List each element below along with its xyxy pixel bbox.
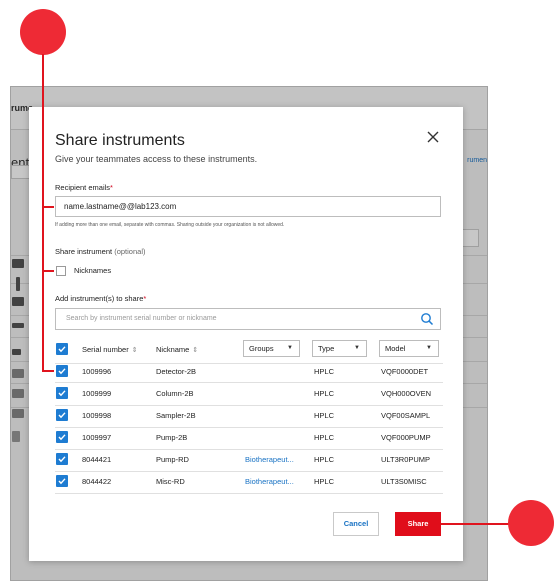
add-instruments-label: Add instrument(s) to share* bbox=[55, 294, 146, 303]
type-cell: HPLC bbox=[314, 477, 335, 486]
callout-line-vertical bbox=[42, 54, 44, 371]
instrument-search-input[interactable]: Search by instrument serial number or ni… bbox=[55, 308, 441, 330]
model-cell: ULT3S0MISC bbox=[381, 477, 427, 486]
model-cell: VQF00SAMPL bbox=[381, 411, 431, 420]
nickname-cell: Detector-2B bbox=[156, 367, 197, 376]
checkmark-icon bbox=[58, 456, 66, 463]
nicknames-checkbox[interactable] bbox=[56, 266, 66, 276]
model-cell: VQF0000DET bbox=[381, 367, 429, 376]
caret-down-icon: ▼ bbox=[354, 345, 360, 351]
type-filter-dropdown[interactable]: Type ▼ bbox=[312, 340, 367, 357]
checkmark-icon bbox=[58, 478, 66, 485]
share-button[interactable]: Share bbox=[395, 512, 441, 536]
nickname-cell: Sampler-2B bbox=[156, 411, 196, 420]
row-checkbox[interactable] bbox=[56, 387, 68, 399]
row-divider bbox=[55, 382, 443, 383]
checkmark-icon bbox=[58, 368, 66, 375]
type-cell: HPLC bbox=[314, 433, 335, 442]
nickname-cell: Column-2B bbox=[156, 389, 194, 398]
recipient-email-input[interactable]: name.lastname@@lab123.com bbox=[55, 196, 441, 217]
groups-cell[interactable]: Biotherapeut... bbox=[245, 455, 294, 464]
recipient-label-text: Recipient emails bbox=[55, 183, 111, 192]
type-cell: HPLC bbox=[314, 455, 335, 464]
caret-down-icon: ▼ bbox=[426, 345, 432, 351]
caret-down-icon: ▼ bbox=[287, 345, 293, 351]
share-instrument-label-text: Share instrument bbox=[55, 247, 113, 256]
type-cell: HPLC bbox=[314, 411, 335, 420]
model-cell: VQF000PUMP bbox=[381, 433, 431, 442]
close-button[interactable] bbox=[425, 129, 441, 145]
type-cell: HPLC bbox=[314, 389, 335, 398]
row-divider bbox=[55, 493, 443, 494]
recipient-emails-label: Recipient emails* bbox=[55, 183, 113, 192]
nickname-cell: Pump-2B bbox=[156, 433, 188, 442]
callout-connector-nicknames bbox=[42, 270, 54, 272]
dialog-subtitle: Give your teammates access to these inst… bbox=[55, 154, 258, 164]
sort-icon: ⇕ bbox=[192, 347, 199, 354]
groups-cell[interactable]: Biotherapeut... bbox=[245, 477, 294, 486]
row-checkbox[interactable] bbox=[56, 431, 68, 443]
row-divider bbox=[55, 405, 443, 406]
row-divider bbox=[55, 449, 443, 450]
callout-line-share bbox=[441, 523, 511, 525]
row-divider bbox=[55, 427, 443, 428]
serial-header-text: Serial number bbox=[82, 345, 129, 354]
close-icon bbox=[427, 131, 439, 143]
nickname-header[interactable]: Nickname ⇕ bbox=[156, 345, 198, 354]
serial-number-header[interactable]: Serial number ⇕ bbox=[82, 345, 138, 354]
search-icon[interactable] bbox=[420, 312, 434, 326]
model-cell: VQH000OVEN bbox=[381, 389, 432, 398]
nickname-cell: Pump-RD bbox=[156, 455, 189, 464]
serial-cell: 1009996 bbox=[82, 367, 112, 376]
serial-cell: 8044421 bbox=[82, 455, 112, 464]
checkmark-icon bbox=[58, 346, 66, 353]
groups-filter-dropdown[interactable]: Groups ▼ bbox=[243, 340, 300, 357]
callout-marker-top bbox=[20, 9, 66, 55]
row-checkbox[interactable] bbox=[56, 409, 68, 421]
nicknames-label: Nicknames bbox=[74, 266, 112, 275]
serial-cell: 8044422 bbox=[82, 477, 112, 486]
serial-cell: 1009998 bbox=[82, 411, 112, 420]
row-checkbox[interactable] bbox=[56, 453, 68, 465]
callout-marker-share bbox=[508, 500, 554, 546]
type-header-text: Type bbox=[318, 344, 335, 353]
model-cell: ULT3R0PUMP bbox=[381, 455, 431, 464]
share-instruments-dialog: Share instruments Give your teammates ac… bbox=[29, 107, 463, 561]
groups-header-text: Groups bbox=[249, 344, 274, 353]
share-instrument-label: Share instrument (optional) bbox=[55, 247, 146, 256]
model-header-text: Model bbox=[385, 344, 406, 353]
nickname-header-text: Nickname bbox=[156, 345, 190, 354]
checkmark-icon bbox=[58, 434, 66, 441]
callout-connector-email bbox=[42, 206, 54, 208]
checkmark-icon bbox=[58, 390, 66, 397]
row-checkbox[interactable] bbox=[56, 365, 68, 377]
callout-connector-row bbox=[42, 370, 54, 372]
nickname-cell: Misc-RD bbox=[156, 477, 185, 486]
optional-text: (optional) bbox=[114, 247, 146, 256]
serial-cell: 1009997 bbox=[82, 433, 112, 442]
type-cell: HPLC bbox=[314, 367, 335, 376]
cancel-button[interactable]: Cancel bbox=[333, 512, 379, 536]
add-label-text: Add instrument(s) to share bbox=[55, 294, 144, 303]
model-filter-dropdown[interactable]: Model ▼ bbox=[379, 340, 439, 357]
select-all-checkbox[interactable] bbox=[56, 343, 68, 355]
search-placeholder: Search by instrument serial number or ni… bbox=[66, 315, 217, 322]
table-divider bbox=[55, 363, 443, 364]
sort-icon: ⇕ bbox=[131, 347, 138, 354]
row-checkbox[interactable] bbox=[56, 475, 68, 487]
required-marker: * bbox=[143, 294, 147, 303]
row-divider bbox=[55, 471, 443, 472]
email-hint: If adding more than one email, separate … bbox=[55, 222, 285, 228]
checkmark-icon bbox=[58, 412, 66, 419]
required-marker: * bbox=[110, 183, 113, 192]
serial-cell: 1009999 bbox=[82, 389, 112, 398]
dialog-title: Share instruments bbox=[55, 132, 185, 149]
